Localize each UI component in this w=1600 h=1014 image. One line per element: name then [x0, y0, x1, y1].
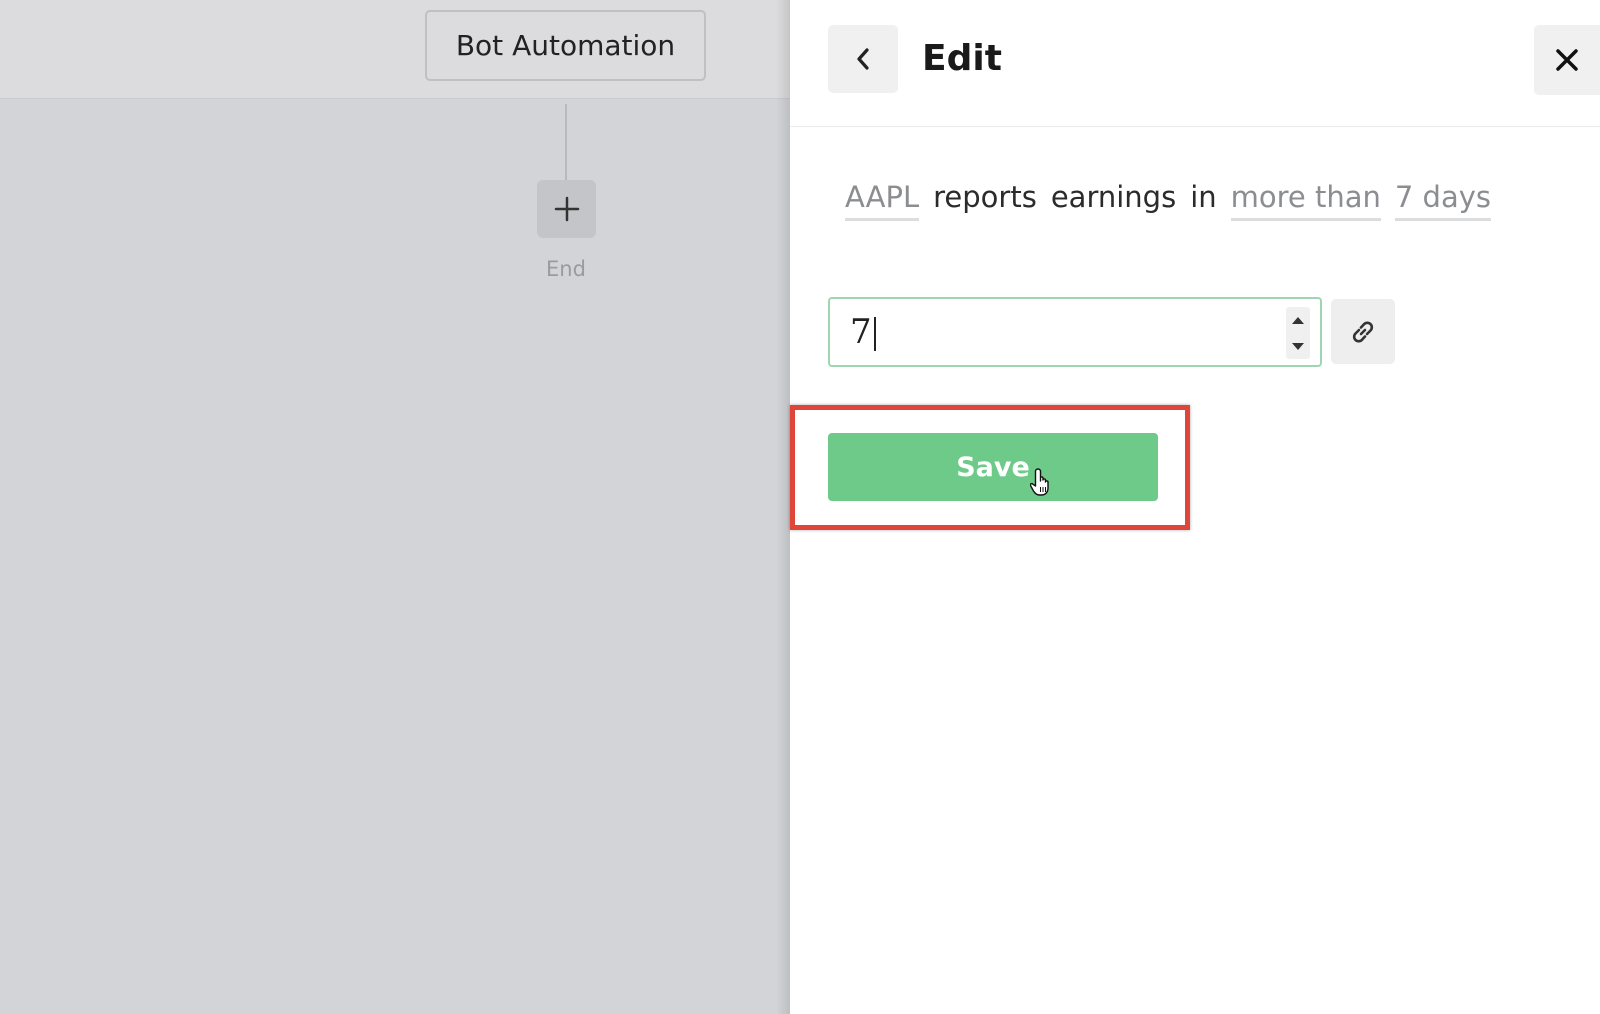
- plus-icon: [554, 196, 579, 222]
- panel-shadow: [776, 0, 790, 1014]
- link-icon: [1352, 320, 1374, 343]
- save-button-label: Save: [956, 451, 1030, 483]
- connector-line: [565, 104, 567, 180]
- panel-header: Edit: [790, 0, 1600, 127]
- caret-down-icon: [1292, 342, 1304, 350]
- number-stepper: [1286, 307, 1310, 359]
- chevron-left-icon: [857, 48, 869, 70]
- stepper-down-button[interactable]: [1286, 333, 1310, 359]
- edit-panel: Edit AAPL reports earnings in more than …: [790, 0, 1600, 1014]
- back-button[interactable]: [828, 25, 898, 93]
- panel-title: Edit: [922, 38, 1002, 79]
- caret-up-icon: [1292, 316, 1304, 324]
- condition-sentence: AAPL reports earnings in more than 7 day…: [845, 180, 1492, 221]
- trigger-node-label: Bot Automation: [455, 29, 676, 62]
- workflow-canvas: Bot Automation End: [0, 0, 790, 1014]
- close-button[interactable]: [1534, 25, 1600, 95]
- end-label: End: [546, 257, 586, 281]
- ticker-token[interactable]: AAPL: [845, 180, 920, 221]
- close-icon: [1556, 49, 1578, 71]
- add-step-button[interactable]: [537, 180, 596, 238]
- link-variable-button[interactable]: [1331, 299, 1395, 364]
- duration-token[interactable]: 7 days: [1394, 180, 1492, 221]
- comparator-token[interactable]: more than: [1230, 180, 1381, 221]
- stepper-up-button[interactable]: [1286, 307, 1310, 333]
- days-number-input[interactable]: 7: [828, 297, 1322, 367]
- trigger-node-bot-automation[interactable]: Bot Automation: [425, 10, 706, 81]
- save-button[interactable]: Save: [828, 433, 1158, 501]
- text-caret: [873, 317, 876, 351]
- days-input-value: 7: [850, 310, 876, 354]
- app-root: Bot Automation End Edit AAPL reports ear…: [0, 0, 1600, 1014]
- sentence-text-reports: reports: [933, 180, 1037, 214]
- sentence-text-in: in: [1190, 180, 1217, 214]
- sentence-text-earnings: earnings: [1050, 180, 1177, 214]
